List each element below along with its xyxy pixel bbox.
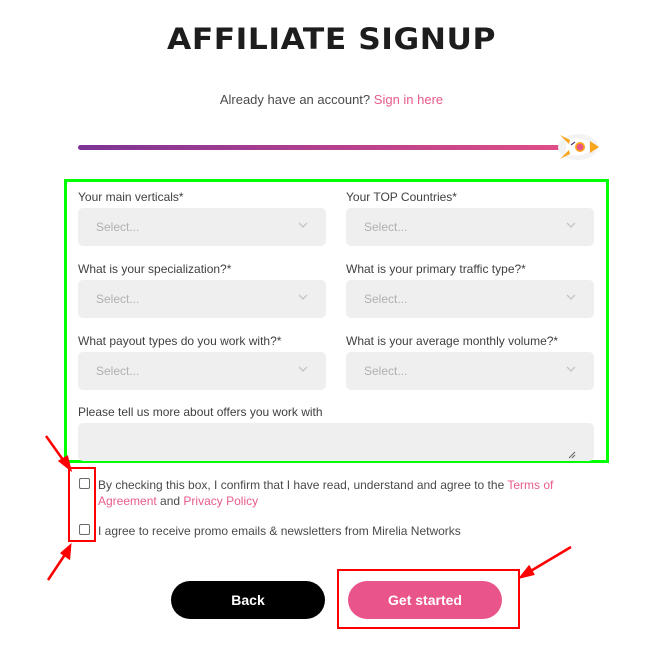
select-top-countries[interactable]: Select... [346, 208, 594, 246]
select-placeholder: Select... [364, 220, 408, 234]
chevron-down-icon [566, 294, 576, 300]
arrow-icon [46, 543, 72, 581]
select-placeholder: Select... [96, 292, 140, 306]
back-button[interactable]: Back [171, 581, 325, 619]
chevron-down-icon [566, 222, 576, 228]
get-started-button[interactable]: Get started [348, 581, 502, 619]
chevron-down-icon [298, 222, 308, 228]
newsletter-consent-text: I agree to receive promo emails & newsle… [98, 524, 461, 538]
page-title: AFFILIATE SIGNUP [167, 22, 496, 56]
arrow-icon [517, 545, 572, 580]
resize-handle-icon[interactable] [567, 450, 576, 459]
select-payout-types[interactable]: Select... [78, 352, 326, 390]
terms-consent-text: By checking this box, I confirm that I h… [98, 477, 568, 509]
rocket-icon [558, 134, 599, 160]
select-placeholder: Select... [96, 220, 140, 234]
signin-prompt: Already have an account? Sign in here [0, 92, 663, 107]
label-top-countries: Your TOP Countries* [346, 190, 457, 204]
terms-text: By checking this box, I confirm that I h… [98, 478, 505, 492]
select-specialization[interactable]: Select... [78, 280, 326, 318]
offers-textarea[interactable] [78, 423, 594, 461]
chevron-down-icon [298, 294, 308, 300]
select-placeholder: Select... [96, 364, 140, 378]
progress-bar [78, 145, 568, 150]
signin-prompt-text: Already have an account? [219, 92, 371, 107]
label-traffic-type: What is your primary traffic type?* [346, 262, 526, 276]
label-main-verticals: Your main verticals* [78, 190, 184, 204]
label-offers: Please tell us more about offers you wor… [78, 405, 323, 419]
select-traffic-type[interactable]: Select... [346, 280, 594, 318]
chevron-down-icon [566, 366, 576, 372]
label-monthly-volume: What is your average monthly volume?* [346, 334, 559, 348]
select-placeholder: Select... [364, 364, 408, 378]
annotation-highlight-checkboxes [68, 467, 96, 542]
chevron-down-icon [298, 366, 308, 372]
select-monthly-volume[interactable]: Select... [346, 352, 594, 390]
label-specialization: What is your specialization?* [78, 262, 232, 276]
privacy-policy-link[interactable]: Privacy Policy [183, 494, 258, 508]
select-main-verticals[interactable]: Select... [78, 208, 326, 246]
signin-link[interactable]: Sign in here [374, 92, 443, 107]
select-placeholder: Select... [364, 292, 408, 306]
label-payout-types: What payout types do you work with?* [78, 334, 282, 348]
and-text: and [160, 494, 181, 508]
